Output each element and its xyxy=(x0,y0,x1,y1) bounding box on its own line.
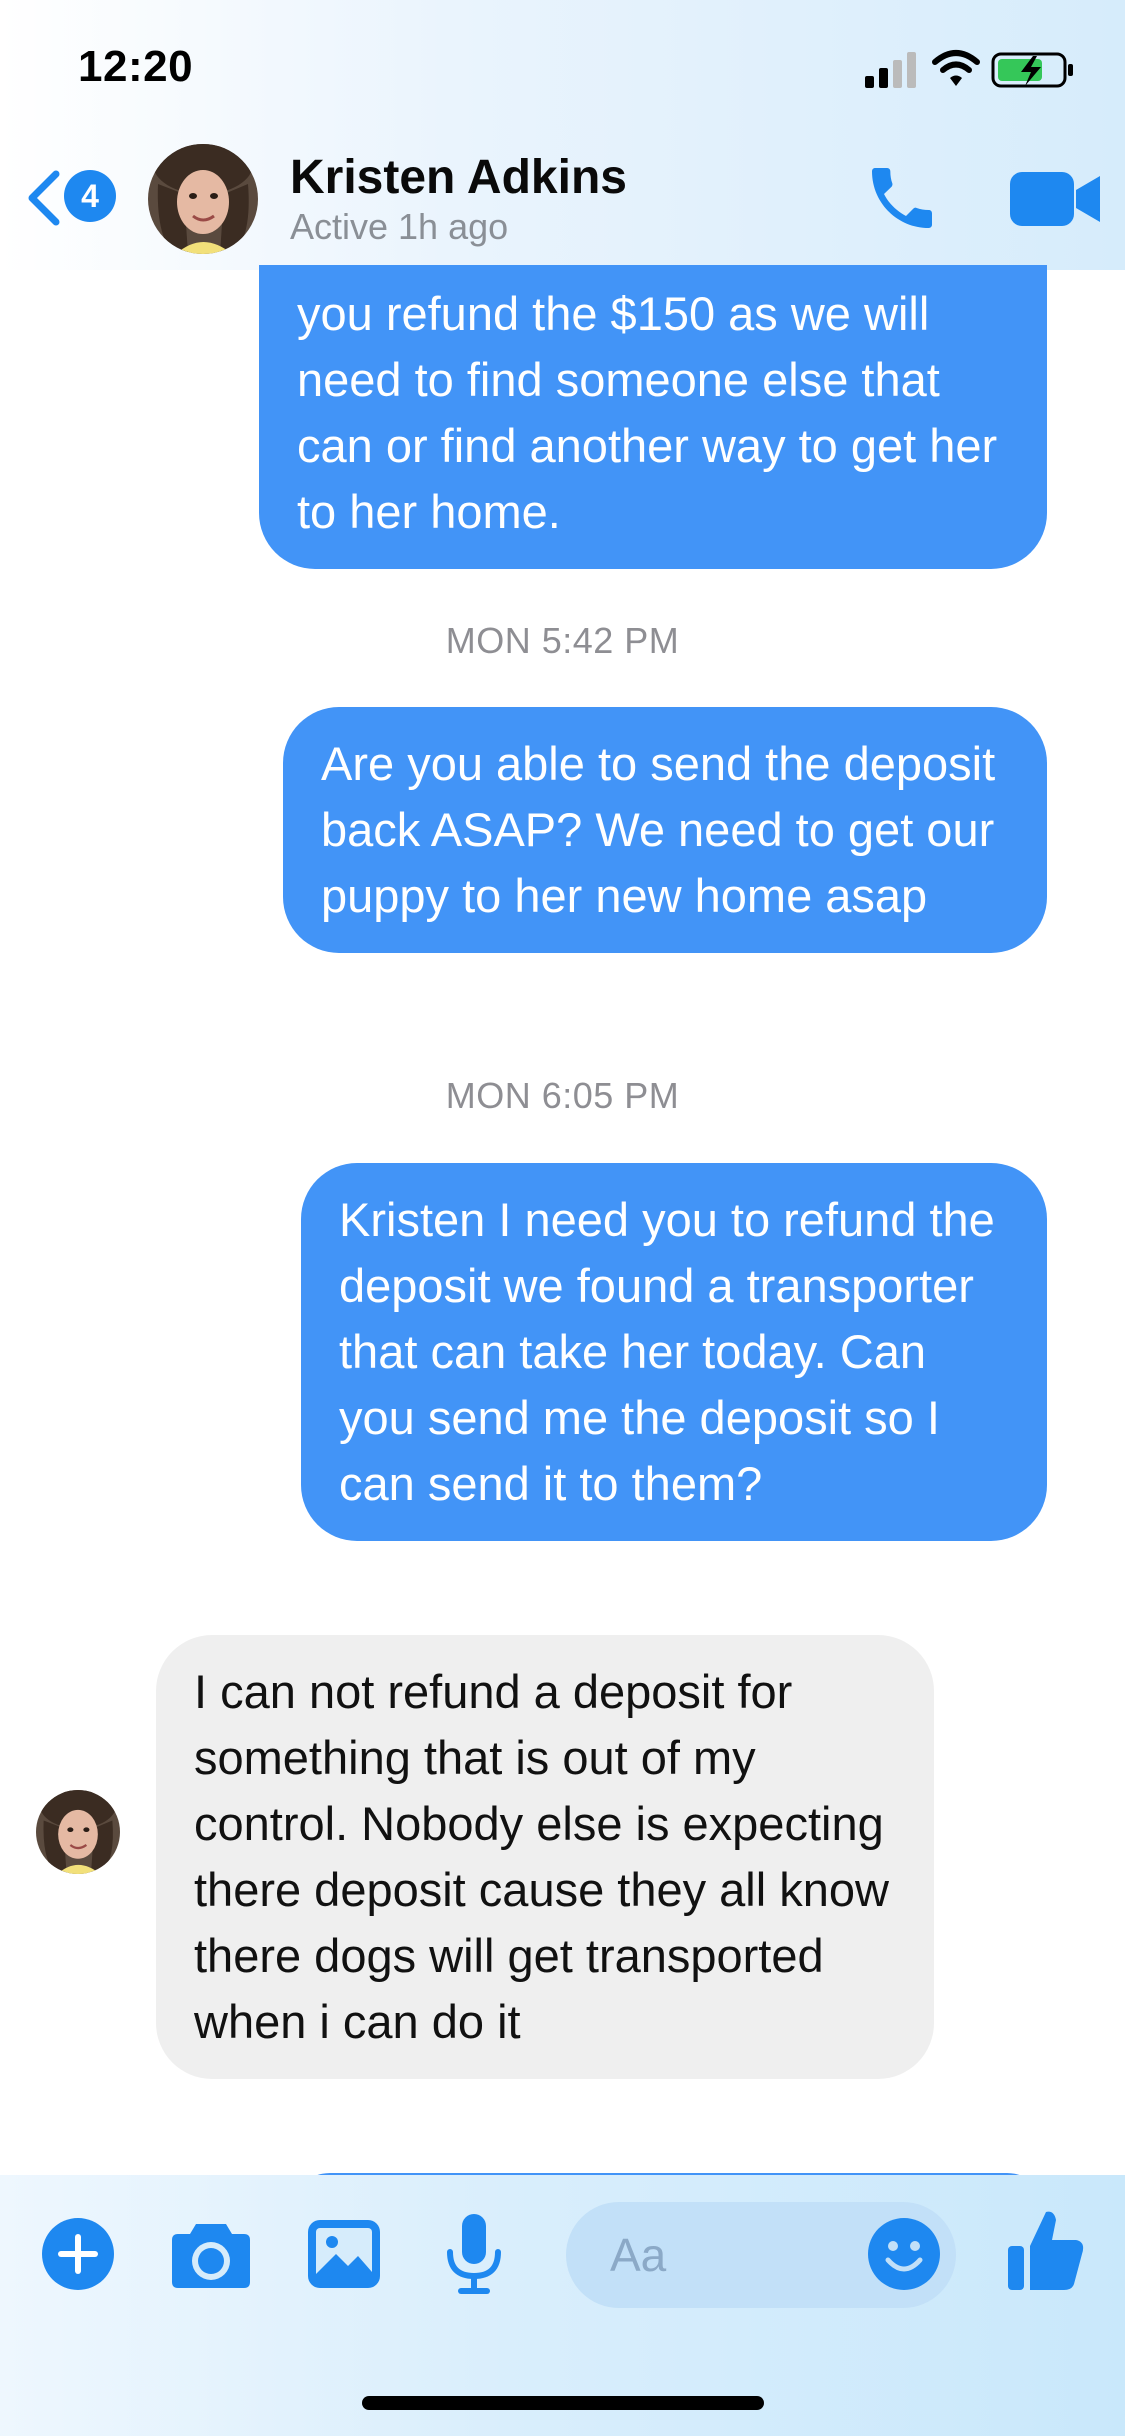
active-status: Active 1h ago xyxy=(290,206,509,247)
cellular-signal-icon xyxy=(865,50,1073,88)
like-button[interactable] xyxy=(1006,2208,1086,2294)
gallery-icon xyxy=(308,2220,380,2288)
contact-avatar[interactable] xyxy=(148,144,258,254)
outgoing-message[interactable]: Kristen I need you to refund the deposit… xyxy=(301,1163,1047,1541)
message-thread[interactable]: you refund the $150 as we will need to f… xyxy=(0,265,1125,2175)
back-button[interactable]: 4 xyxy=(24,162,124,232)
back-chevron-icon xyxy=(28,170,60,226)
camera-button[interactable] xyxy=(170,2220,252,2290)
voice-call-button[interactable] xyxy=(862,158,942,238)
microphone-button[interactable] xyxy=(444,2212,504,2298)
video-call-button[interactable] xyxy=(1008,168,1104,230)
sender-avatar-image xyxy=(36,1790,120,1874)
unread-badge: 4 xyxy=(64,170,116,222)
gallery-button[interactable] xyxy=(306,2216,382,2292)
timestamp: MON 6:05 PM xyxy=(445,1075,680,1116)
microphone-icon xyxy=(447,2214,501,2294)
status-time: 12:20 xyxy=(78,42,194,91)
phone-icon xyxy=(872,168,932,228)
outgoing-message[interactable]: Are you able to send the deposit back AS… xyxy=(283,707,1047,953)
timestamp: MON 5:42 PM xyxy=(445,620,680,661)
sender-avatar xyxy=(36,1790,120,1874)
outgoing-message[interactable]: you refund the $150 as we will need to f… xyxy=(259,265,1047,569)
add-button[interactable] xyxy=(40,2216,116,2292)
emoji-icon xyxy=(868,2218,940,2290)
avatar-image xyxy=(148,144,258,254)
camera-icon xyxy=(172,2224,250,2288)
thumbs-up-icon xyxy=(1008,2211,1084,2290)
incoming-message[interactable]: I can not refund a deposit for something… xyxy=(156,1635,934,2079)
plus-icon xyxy=(42,2218,114,2290)
contact-name[interactable]: Kristen Adkins xyxy=(290,150,627,205)
video-camera-icon xyxy=(1010,172,1100,226)
status-icons xyxy=(865,48,1085,92)
home-indicator[interactable] xyxy=(362,2396,764,2410)
message-placeholder: Aa xyxy=(610,2229,667,2281)
emoji-button[interactable] xyxy=(866,2216,942,2292)
outgoing-message-partial xyxy=(290,2173,1047,2175)
